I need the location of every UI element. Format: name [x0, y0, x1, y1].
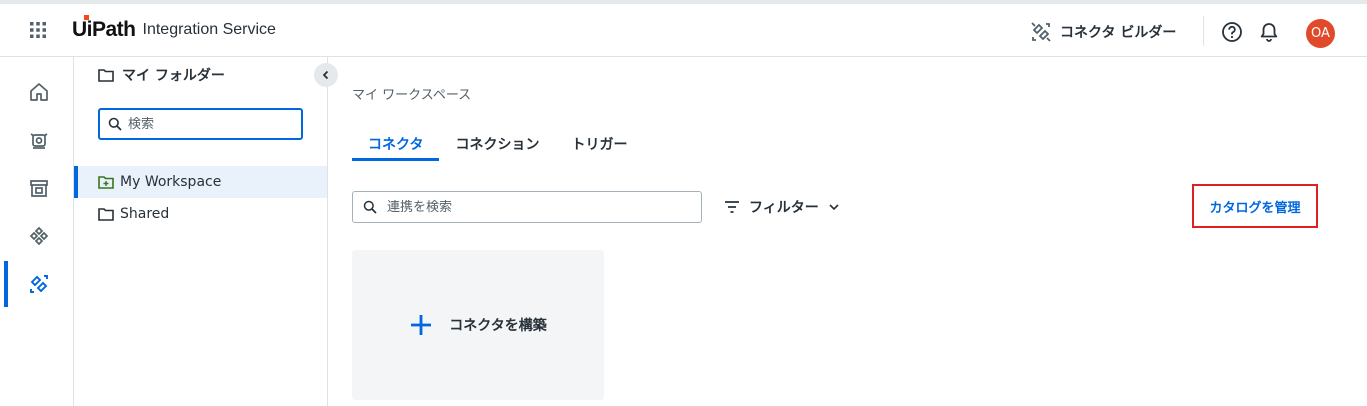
folder-item-label: My Workspace [120, 174, 222, 190]
folder-icon [98, 69, 114, 82]
manage-catalog-button[interactable]: カタログを管理 [1192, 184, 1318, 228]
connector-builder-label: コネクタ ビルダー [1060, 25, 1177, 41]
manage-catalog-label: カタログを管理 [1209, 200, 1301, 216]
store-icon [30, 180, 48, 197]
robot-icon [30, 133, 48, 149]
user-avatar[interactable]: OA [1306, 19, 1335, 48]
connector-search-input[interactable] [387, 199, 687, 215]
search-icon [363, 200, 377, 214]
chevron-left-icon [322, 70, 329, 80]
nav-home[interactable] [6, 69, 72, 115]
notifications-bell-icon[interactable] [1258, 21, 1280, 43]
build-connector-card[interactable]: コネクタを構築 [352, 250, 604, 400]
uipath-logo: UiPath [72, 15, 136, 42]
tab-triggers[interactable]: トリガー [555, 127, 643, 161]
connector-icon [30, 275, 48, 293]
filter-icon [725, 201, 739, 213]
chevron-down-icon [829, 204, 839, 211]
folder-item-label: Shared [120, 206, 170, 222]
connector-search[interactable] [352, 191, 702, 223]
nav-store[interactable] [6, 165, 72, 211]
tab-connectors[interactable]: コネクタ [352, 127, 440, 161]
folder-icon [98, 208, 114, 221]
main-content: マイ ワークスペース コネクタ コネクション トリガー フィルター カタログを管… [329, 57, 1367, 406]
product-name: Integration Service [142, 21, 276, 38]
brand[interactable]: UiPath Integration Service [72, 15, 276, 43]
nav-integration-service[interactable] [4, 261, 70, 307]
app-window: UiPath Integration Service コネクタ ビルダー OA … [0, 0, 1367, 406]
build-connector-label: コネクタを構築 [449, 318, 547, 334]
workspace-folder-icon [98, 176, 114, 189]
folder-item-shared[interactable]: Shared [74, 198, 327, 230]
plus-icon [411, 315, 432, 335]
connector-builder-button[interactable]: コネクタ ビルダー [1030, 18, 1176, 46]
nav-automation[interactable] [6, 117, 72, 163]
filter-label: フィルター [749, 200, 819, 216]
app-launcher-icon[interactable] [28, 20, 48, 40]
folder-search-input[interactable] [128, 116, 288, 132]
tab-bar: コネクタ コネクション トリガー [352, 127, 643, 161]
folder-panel-title: マイ フォルダー [122, 68, 225, 84]
connector-builder-icon [1031, 22, 1051, 42]
filter-button[interactable]: フィルター [723, 193, 841, 221]
search-icon [108, 117, 122, 131]
top-header: UiPath Integration Service コネクタ ビルダー OA [0, 0, 1367, 57]
tab-connections[interactable]: コネクション [439, 127, 555, 161]
nav-rail [0, 57, 74, 406]
logo-text: UiPath [72, 18, 136, 41]
home-icon [30, 83, 48, 101]
help-icon[interactable] [1221, 21, 1243, 43]
nav-integration[interactable] [6, 213, 72, 259]
folder-search[interactable] [98, 108, 303, 140]
logo-dot [84, 15, 89, 20]
breadcrumb: マイ ワークスペース [352, 88, 472, 103]
collapse-panel-button[interactable] [314, 63, 338, 87]
folder-panel-header: マイ フォルダー [98, 65, 225, 85]
integration-icon [29, 226, 49, 246]
folder-item-my-workspace[interactable]: My Workspace [74, 166, 327, 198]
folder-panel: マイ フォルダー My Workspace Shared [74, 57, 338, 406]
header-divider [1203, 16, 1204, 46]
